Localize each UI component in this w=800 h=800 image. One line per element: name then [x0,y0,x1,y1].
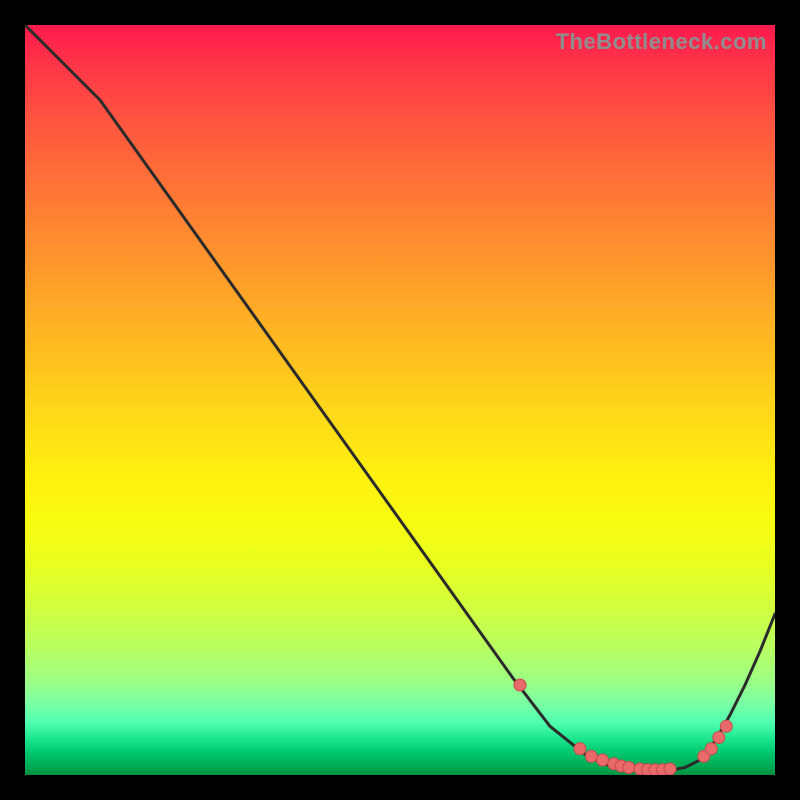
marker-dot [585,750,597,762]
marker-dot [720,720,732,732]
marker-dot [514,679,526,691]
marker-dot [574,743,586,755]
marker-dot [664,763,676,775]
marker-dot [705,743,717,755]
gradient-plot-area: TheBottleneck.com [25,25,775,775]
chart-frame: TheBottleneck.com [0,0,800,800]
marker-dots-group [514,679,732,775]
bottleneck-curve-path [25,25,775,771]
marker-dot [623,762,635,774]
marker-dot [597,754,609,766]
curve-layer [25,25,775,775]
marker-dot [713,732,725,744]
